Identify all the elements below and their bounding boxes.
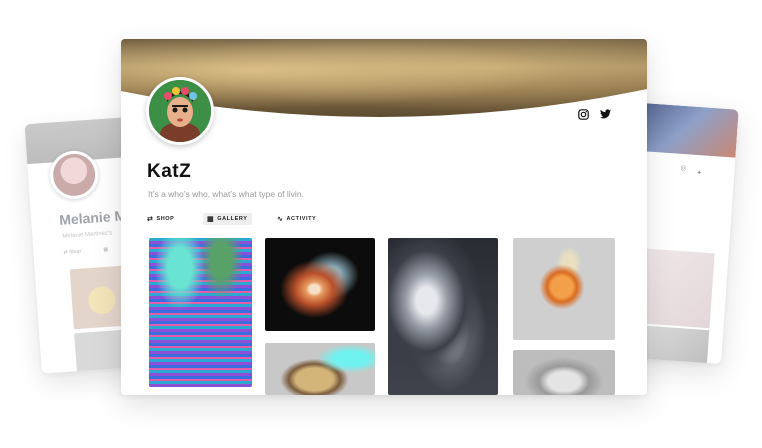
profile-bio: It’s a who’s who, what’s what type of li…	[148, 189, 304, 199]
left-card-name: Melanie M	[58, 207, 127, 229]
gallery-artwork[interactable]	[265, 238, 375, 331]
tab-activity-label: ACTIVITY	[286, 216, 317, 222]
gallery-artwork[interactable]	[149, 238, 252, 387]
avatar-illustration	[149, 80, 211, 142]
profile-name: KatZ	[147, 161, 192, 182]
grid-icon: ▦	[207, 216, 215, 223]
tab-gallery-label: GALLERY	[217, 216, 248, 222]
gallery-artwork[interactable]	[388, 238, 498, 395]
gallery-artwork[interactable]	[265, 343, 375, 395]
twitter-icon[interactable]: ✦	[696, 169, 702, 177]
left-card-tab-gallery-icon[interactable]: ▦	[103, 247, 108, 253]
instagram-icon[interactable]	[578, 109, 589, 123]
swap-icon: ⇄	[147, 216, 154, 223]
twitter-icon[interactable]	[600, 109, 611, 122]
tab-shop[interactable]: ⇄ SHOP	[147, 213, 174, 225]
right-card-artwork[interactable]	[639, 248, 715, 329]
avatar[interactable]	[146, 77, 214, 145]
left-card-tab-shop-label: Shop	[68, 248, 82, 256]
gallery-artwork[interactable]	[513, 350, 615, 395]
left-card-tab-shop[interactable]: ⇄ Shop	[63, 249, 81, 256]
tab-shop-label: SHOP	[156, 216, 175, 222]
instagram-icon[interactable]: ◎	[680, 164, 687, 172]
right-card-artwork[interactable]	[636, 325, 710, 365]
gallery-artwork[interactable]	[513, 238, 615, 340]
left-card-subtitle: Melanie Martinez's	[62, 230, 113, 240]
tab-activity[interactable]: ∿ ACTIVITY	[277, 213, 316, 225]
profile-card: KatZ It’s a who’s who, what’s what type …	[121, 39, 647, 395]
tab-gallery[interactable]: ▦ GALLERY	[203, 213, 252, 225]
activity-icon: ∿	[277, 216, 284, 223]
